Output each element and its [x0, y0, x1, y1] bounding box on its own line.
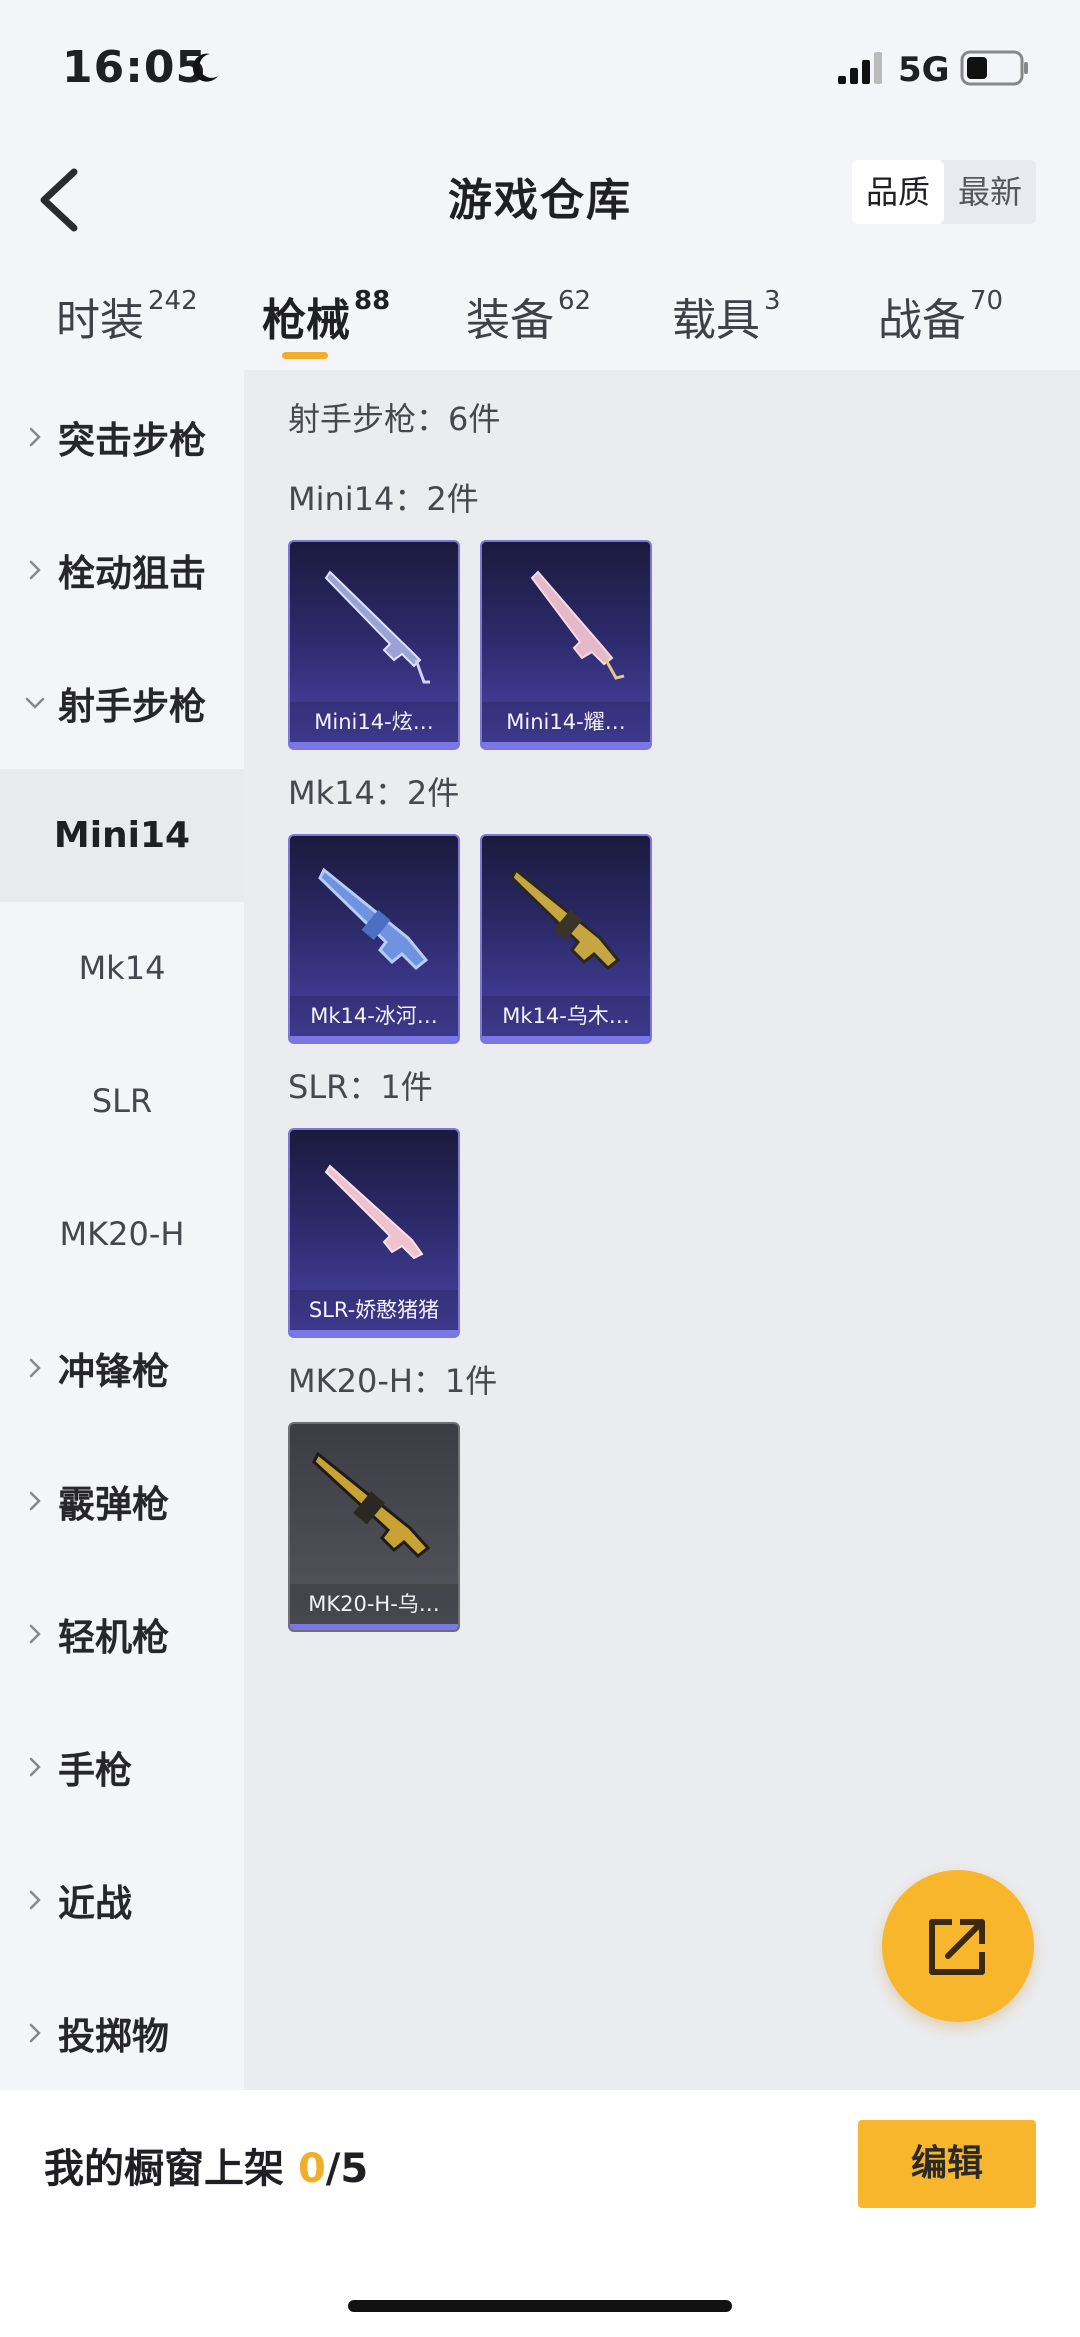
edit-button[interactable]: 编辑 — [858, 2120, 1036, 2208]
share-button[interactable] — [882, 1870, 1034, 2022]
showcase-status: 我的橱窗上架 0/5 — [44, 2136, 368, 2194]
rifle-icon — [318, 867, 429, 971]
group-title: SLR：1件 — [288, 1068, 433, 1106]
sidebar-item-lmg[interactable]: 轻机枪 — [0, 1567, 244, 1700]
sidebar-sub-slr[interactable]: SLR — [0, 1035, 244, 1168]
rifle-icon — [312, 1451, 431, 1559]
item-card[interactable]: Mk14-乌木… — [480, 834, 652, 1044]
moon-icon — [192, 53, 218, 82]
chevron-right-icon — [29, 560, 41, 579]
item-card[interactable]: Mk14-冰河… — [288, 834, 460, 1044]
sidebar-item-shotgun[interactable]: 霰弹枪 — [0, 1434, 244, 1567]
tab-count: 70 — [970, 286, 1004, 316]
tab-label: 枪械 — [262, 295, 350, 346]
signal-icon — [838, 52, 882, 84]
group-title: Mk14：2件 — [288, 774, 460, 812]
item-name: Mk14-乌木… — [482, 996, 650, 1036]
item-card[interactable]: Mini14-耀… — [480, 540, 652, 750]
tab-count: 242 — [148, 286, 198, 316]
tab-label: 战备 — [878, 295, 966, 346]
rarity-bar — [482, 742, 650, 748]
sidebar-item-marksman-rifle[interactable]: 射手步枪 — [0, 636, 244, 769]
sort-quality-option[interactable]: 品质 — [851, 160, 944, 224]
sidebar-item-label: 射手步枪 — [58, 684, 206, 728]
chevron-right-icon — [29, 1491, 41, 1510]
rarity-bar — [290, 1330, 458, 1336]
showcase-count-total: /5 — [325, 2146, 369, 2192]
tab-count: 88 — [354, 286, 391, 316]
tab-guns[interactable]: 枪械 88 — [262, 284, 390, 348]
item-name: Mk14-冰河… — [290, 996, 458, 1036]
tab-count: 3 — [764, 286, 781, 316]
group-title: MK20-H：1件 — [288, 1362, 498, 1400]
sort-toggle[interactable]: 品质 最新 — [851, 160, 1036, 224]
sidebar: 突击步枪 栓动狙击 射手步枪 Mini14 Mk14 SLR MK20-H 冲锋… — [0, 370, 244, 2090]
sidebar-item-smg[interactable]: 冲锋枪 — [0, 1301, 244, 1434]
rarity-bar — [290, 742, 458, 748]
sidebar-item-melee[interactable]: 近战 — [0, 1833, 244, 1966]
bottom-bar: 我的橱窗上架 0/5 编辑 — [0, 2090, 1080, 2337]
network-label: 5G — [898, 50, 950, 90]
item-grid-panel: 射手步枪：6件 Mini14：2件 Mini14-炫… Mini14-耀… Mk… — [244, 370, 1080, 2090]
sidebar-item-label: 近战 — [58, 1881, 132, 1925]
sidebar-item-label: 轻机枪 — [58, 1615, 169, 1659]
battery-icon — [960, 50, 1028, 86]
rarity-bar — [290, 1036, 458, 1042]
sidebar-sub-mini14[interactable]: Mini14 — [0, 769, 244, 902]
item-card[interactable]: SLR-娇憨猪猪 — [288, 1128, 460, 1338]
sidebar-item-assault-rifle[interactable]: 突击步枪 — [0, 370, 244, 503]
sort-newest-option[interactable]: 最新 — [944, 160, 1036, 224]
showcase-label: 我的橱窗上架 — [44, 2146, 298, 2192]
chevron-right-icon — [29, 1624, 41, 1643]
tab-gear[interactable]: 装备 62 — [466, 284, 591, 348]
tab-label: 时装 — [56, 295, 144, 346]
tab-supplies[interactable]: 战备 70 — [878, 284, 1003, 348]
home-indicator[interactable] — [348, 2300, 732, 2312]
group-title: Mini14：2件 — [288, 480, 479, 518]
rifle-icon — [324, 1164, 424, 1260]
sidebar-item-label: 栓动狙击 — [58, 551, 206, 595]
chevron-right-icon — [29, 427, 41, 446]
sidebar-item-throwable[interactable]: 投掷物 — [0, 1966, 244, 2099]
chevron-down-icon — [25, 697, 45, 709]
chevron-right-icon — [29, 1757, 41, 1776]
sidebar-sub-mk14[interactable]: Mk14 — [0, 902, 244, 1035]
sidebar-item-label: 突击步枪 — [58, 418, 206, 462]
tab-label: 装备 — [466, 295, 554, 346]
chevron-right-icon — [29, 1358, 41, 1377]
tab-vehicles[interactable]: 载具 3 — [672, 284, 781, 348]
item-name: Mini14-炫… — [290, 702, 458, 742]
sidebar-item-label: 冲锋枪 — [58, 1349, 169, 1393]
section-title: 射手步枪：6件 — [288, 400, 501, 438]
tab-label: 载具 — [672, 295, 760, 346]
header: 游戏仓库 品质 最新 — [0, 140, 1080, 260]
item-name: Mini14-耀… — [482, 702, 650, 742]
rifle-icon — [324, 570, 430, 684]
chevron-right-icon — [29, 1890, 41, 1909]
chevron-right-icon — [29, 2023, 41, 2042]
active-tab-indicator — [282, 352, 328, 359]
sidebar-item-label: 手枪 — [58, 1748, 132, 1792]
rarity-bar — [290, 1624, 458, 1630]
rifle-icon — [510, 867, 621, 971]
sidebar-item-label: 投掷物 — [58, 2014, 169, 2058]
item-card[interactable]: Mini14-炫… — [288, 540, 460, 750]
category-tabs: 时装 242 枪械 88 装备 62 载具 3 战备 70 — [0, 270, 1080, 370]
showcase-count-current: 0 — [297, 2146, 326, 2192]
item-name: SLR-娇憨猪猪 — [290, 1290, 458, 1330]
sidebar-item-label: 霰弹枪 — [58, 1482, 169, 1526]
status-bar: 16:05 5G — [0, 0, 1080, 140]
item-name: MK20-H-乌… — [290, 1584, 458, 1624]
tab-skins[interactable]: 时装 242 — [56, 284, 198, 348]
sidebar-sub-mk20h[interactable]: MK20-H — [0, 1168, 244, 1301]
tab-count: 62 — [558, 286, 592, 316]
share-icon — [929, 1919, 985, 1975]
sidebar-item-bolt-sniper[interactable]: 栓动狙击 — [0, 503, 244, 636]
item-card[interactable]: MK20-H-乌… — [288, 1422, 460, 1632]
rarity-bar — [482, 1036, 650, 1042]
sidebar-item-pistol[interactable]: 手枪 — [0, 1700, 244, 1833]
rifle-icon — [530, 570, 625, 680]
